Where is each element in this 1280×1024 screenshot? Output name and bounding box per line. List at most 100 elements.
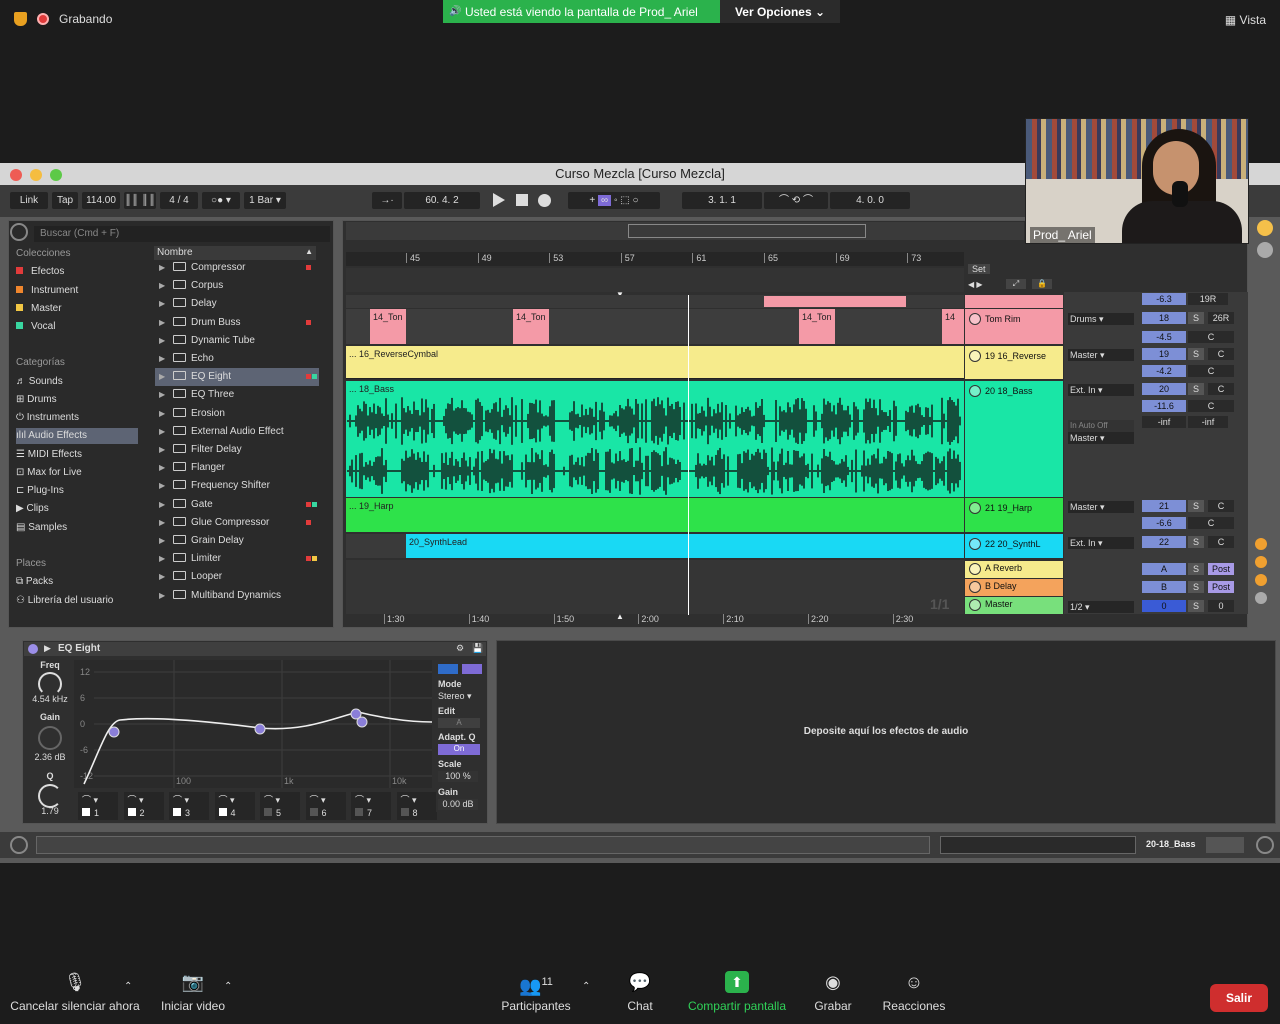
filter-type-icon[interactable]: ⌒ ▾ — [169, 792, 209, 807]
pan-field[interactable]: C — [1208, 348, 1234, 360]
category-instruments[interactable]: ⏻ Instruments — [16, 412, 79, 423]
track-header-b-delay[interactable]: B Delay — [965, 579, 1063, 596]
browser-item[interactable]: ▶ EQ Eight — [155, 368, 319, 387]
expand-arrow-icon[interactable]: ▶ — [159, 496, 165, 514]
clip-harp[interactable]: ... 19_Harp — [346, 498, 964, 532]
eq-display[interactable]: 1260-6-12 100 1k 10k — [74, 660, 432, 788]
browser-item[interactable]: ▶ Filter Delay — [155, 441, 319, 459]
mode-select[interactable]: Stereo ▾ — [438, 691, 472, 702]
browser-toggle-icon[interactable] — [10, 223, 28, 241]
nudge-icon[interactable]: ║║ ║║ — [124, 192, 156, 209]
start-video-button[interactable]: 📷 Iniciar video — [158, 971, 228, 1013]
participants-chevron-icon[interactable]: ⌃ — [582, 981, 590, 992]
expand-arrow-icon[interactable]: ▶ — [159, 550, 165, 568]
category-samples[interactable]: ▤ Samples — [16, 522, 67, 533]
browser-item[interactable]: ▶ Dynamic Tube — [155, 332, 319, 350]
filter-type-icon[interactable]: ⌒ ▾ — [351, 792, 391, 807]
place-user-library[interactable]: ⚇ Librería del usuario — [16, 595, 113, 606]
pan-field[interactable]: C — [1208, 383, 1234, 395]
device-toggle-icon[interactable] — [1256, 836, 1274, 854]
follow-icon[interactable]: →· — [372, 192, 402, 209]
participants-button[interactable]: 👥11 Participantes — [498, 971, 574, 1013]
locator-arrows-icon[interactable]: ◀ ▶ — [968, 280, 983, 289]
solo-button[interactable]: S — [1188, 536, 1204, 548]
mute-options-chevron-icon[interactable]: ⌃ — [124, 981, 132, 992]
reactions-button[interactable]: ☺ Reacciones — [880, 971, 948, 1013]
solo-button[interactable]: S — [1188, 563, 1204, 575]
record-button[interactable]: ◉ Grabar — [810, 971, 856, 1013]
view-options-button[interactable]: Ver Opciones ⌄ — [720, 0, 840, 23]
expand-arrow-icon[interactable]: ▶ — [159, 587, 165, 605]
browser-item[interactable]: ▶ External Audio Effect — [155, 423, 319, 441]
io-select[interactable]: Drums ▾ — [1068, 313, 1134, 325]
gain-knob[interactable] — [38, 726, 62, 750]
eq-band-8[interactable]: ⌒ ▾ 8 — [396, 792, 437, 820]
filter-type-icon[interactable]: ⌒ ▾ — [397, 792, 437, 807]
band-toggle[interactable] — [173, 808, 181, 816]
loop-length-field[interactable]: 4. 0. 0 — [830, 192, 910, 209]
participant-video[interactable]: Prod_ Ariel — [1025, 118, 1249, 244]
volume-field[interactable]: 19 — [1142, 348, 1186, 360]
browser-item[interactable]: ▶ Compressor — [155, 259, 319, 277]
fold-icon[interactable] — [969, 502, 981, 514]
browser-item[interactable]: ▶ Limiter — [155, 550, 319, 568]
io-select[interactable]: Master ▾ — [1068, 501, 1134, 513]
view-button[interactable]: ▦ Vista — [1225, 13, 1266, 27]
record-icon[interactable] — [538, 194, 551, 207]
clip-synth-lead[interactable]: 20_SynthLead — [406, 534, 964, 558]
clip-top-pink[interactable] — [764, 296, 906, 307]
scrub-area[interactable] — [346, 268, 964, 292]
io-select[interactable]: Master ▾ — [1068, 349, 1134, 361]
collection-master[interactable]: Master — [16, 303, 62, 314]
adaptq-toggle[interactable]: On — [438, 744, 480, 755]
io-select[interactable]: 1/2 ▾ — [1068, 601, 1134, 613]
delay-view-icon[interactable] — [1255, 592, 1267, 604]
band-toggle[interactable] — [400, 808, 409, 816]
clip-tom[interactable]: 14_Ton — [513, 309, 549, 344]
play-icon[interactable] — [493, 193, 505, 207]
track-header-reverse[interactable]: 19 16_Reverse — [965, 346, 1063, 379]
pan-field[interactable]: C — [1208, 536, 1234, 548]
mixer-view-icon[interactable] — [1255, 574, 1267, 586]
solo-button[interactable]: S — [1188, 581, 1204, 593]
returns-toggle-icon[interactable] — [1255, 556, 1267, 568]
expand-arrow-icon[interactable]: ▶ — [159, 277, 165, 295]
volume-field[interactable]: 22 — [1142, 536, 1186, 548]
name-column-header[interactable]: Nombre ▲ — [154, 246, 316, 260]
close-icon[interactable] — [10, 169, 22, 181]
band-toggle[interactable] — [264, 808, 272, 816]
tempo-field[interactable]: 114.00 — [82, 192, 120, 209]
fold-icon[interactable] — [969, 581, 981, 593]
browser-item[interactable]: ▶ Glue Compressor — [155, 514, 319, 532]
expand-arrow-icon[interactable]: ▶ — [159, 514, 165, 532]
eq-band-handle[interactable] — [356, 716, 368, 728]
category-plug-ins[interactable]: ⊏ Plug-Ins — [16, 485, 64, 496]
arrangement-position-field[interactable]: 60. 4. 2 — [404, 192, 480, 209]
eq-band-5[interactable]: ⌒ ▾ 5 — [260, 792, 300, 820]
expand-arrow-icon[interactable]: ▶ — [159, 332, 165, 350]
expand-arrow-icon[interactable]: ▶ — [159, 368, 165, 386]
band-toggle[interactable] — [309, 808, 318, 816]
edit-a-button[interactable]: A — [438, 718, 480, 728]
fold-icon[interactable] — [969, 385, 981, 397]
band-toggle[interactable] — [82, 808, 90, 816]
browser-item[interactable]: ▶ Looper — [155, 568, 319, 586]
overdub-controls[interactable]: + ∞ ◦ ⬚ ○ — [568, 192, 660, 209]
pan-field[interactable]: 0 — [1208, 600, 1234, 612]
loop-start-field[interactable]: 3. 1. 1 — [682, 192, 762, 209]
unmute-button[interactable]: 🎙 Cancelar silenciar ahora — [10, 971, 140, 1013]
track-lane-tom[interactable]: 14_Ton 14_Ton 14_Ton 14 — [346, 309, 964, 344]
expand-arrow-icon[interactable]: ▶ — [159, 459, 165, 477]
video-options-chevron-icon[interactable]: ⌃ — [224, 981, 232, 992]
browser-item[interactable]: ▶ Erosion — [155, 405, 319, 423]
overview-viewport[interactable] — [628, 224, 866, 238]
pan-field[interactable]: Post — [1208, 581, 1234, 593]
loop-switch-icon[interactable]: ⌒ ⟲ ⌒ — [764, 192, 828, 209]
pan-field[interactable]: 19R — [1188, 293, 1228, 305]
expand-arrow-icon[interactable]: ▶ — [159, 532, 165, 550]
expand-arrow-icon[interactable]: ▶ — [159, 350, 165, 368]
track-lane-bass[interactable]: ... 18_Bass — [346, 381, 964, 497]
freq-value[interactable]: 4.54 kHz — [26, 694, 74, 704]
leave-button[interactable]: Salir — [1210, 984, 1268, 1012]
category-clips[interactable]: ▶ Clips — [16, 503, 49, 514]
